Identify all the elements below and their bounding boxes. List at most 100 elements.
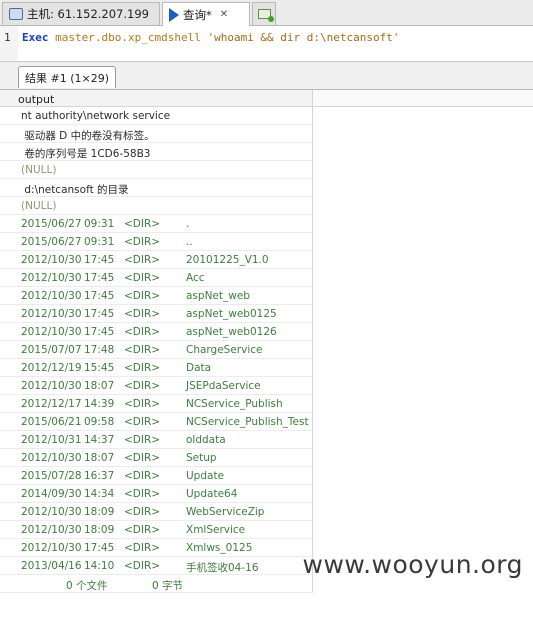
sql-code-line[interactable]: Exec master.dbo.xp_cmdshell 'whoami && d…: [22, 31, 400, 44]
table-row[interactable]: 2015/07/07 17:48 <DIR> ChargeService: [0, 341, 313, 359]
entry-date: 2012/10/30: [21, 308, 82, 320]
sql-editor[interactable]: 1 Exec master.dbo.xp_cmdshell 'whoami &&…: [0, 26, 533, 62]
sql-object: master.dbo.xp_cmdshell: [55, 31, 201, 44]
entry-name: WebServiceZip: [186, 506, 265, 518]
entry-time: 17:45: [84, 542, 115, 554]
new-query-icon: [257, 9, 274, 22]
entry-type: <DIR>: [124, 434, 161, 446]
table-row[interactable]: 2015/07/28 16:37 <DIR> Update: [0, 467, 313, 485]
table-row-summary[interactable]: 0 个文件 0 字节: [0, 575, 313, 593]
entry-name: Xmlws_0125: [186, 542, 253, 554]
entry-name: aspNet_web0125: [186, 308, 277, 320]
table-row[interactable]: 卷的序列号是 1CD6-58B3: [0, 143, 313, 161]
file-count: 0 个文件: [66, 580, 108, 592]
table-row[interactable]: (NULL): [0, 161, 313, 179]
close-icon[interactable]: ✕: [220, 9, 228, 20]
entry-type: <DIR>: [124, 470, 161, 482]
table-row[interactable]: 2012/10/30 18:07 <DIR> Setup: [0, 449, 313, 467]
table-row[interactable]: 2012/10/30 17:45 <DIR> aspNet_web0126: [0, 323, 313, 341]
entry-date: 2012/10/30: [21, 452, 82, 464]
table-row[interactable]: 2012/10/30 17:45 <DIR> aspNet_web: [0, 287, 313, 305]
table-row[interactable]: (NULL): [0, 197, 313, 215]
table-row[interactable]: nt authority\network service: [0, 107, 313, 125]
entry-time: 14:37: [84, 434, 115, 446]
tab-query-label: 查询*: [183, 7, 212, 22]
entry-type: <DIR>: [124, 560, 161, 572]
entry-time: 17:48: [84, 344, 115, 356]
entry-time: 18:07: [84, 380, 115, 392]
table-row[interactable]: 2012/10/30 18:07 <DIR> JSEPdaService: [0, 377, 313, 395]
entry-name: 20101225_V1.0: [186, 254, 269, 266]
table-row[interactable]: 2014/09/30 14:34 <DIR> Update64: [0, 485, 313, 503]
table-row[interactable]: 2012/10/30 17:45 <DIR> Xmlws_0125: [0, 539, 313, 557]
entry-date: 2012/10/30: [21, 272, 82, 284]
entry-type: <DIR>: [124, 380, 161, 392]
entry-date: 2012/12/19: [21, 362, 82, 374]
entry-type: <DIR>: [124, 218, 161, 230]
table-row[interactable]: 2015/06/21 09:58 <DIR> NCService_Publish_Te…: [0, 413, 313, 431]
entry-time: 17:45: [84, 254, 115, 266]
table-row[interactable]: 2012/10/30 18:09 <DIR> XmlService: [0, 521, 313, 539]
column-header-output[interactable]: output: [0, 90, 313, 107]
entry-time: 15:45: [84, 362, 115, 374]
entry-name: aspNet_web0126: [186, 326, 277, 338]
table-row[interactable]: 2015/06/27 09:31 <DIR>.: [0, 215, 313, 233]
tab-result-1[interactable]: 结果 #1 (1×29): [18, 66, 117, 88]
table-row[interactable]: 2012/10/30 18:09 <DIR> WebServiceZip: [0, 503, 313, 521]
output-cell: d:\netcansoft 的目录: [21, 184, 129, 196]
table-row[interactable]: 2012/10/30 17:45 <DIR> 20101225_V1.0: [0, 251, 313, 269]
entry-name: NCService_Publish: [186, 398, 283, 410]
entry-date: 2012/10/30: [21, 290, 82, 302]
tab-query[interactable]: 查询* ✕: [162, 2, 250, 26]
entry-name: ChargeService: [186, 344, 263, 356]
entry-time: 18:07: [84, 452, 115, 464]
null-cell: (NULL): [21, 200, 57, 212]
tab-host-label: 主机: 61.152.207.199: [27, 7, 149, 21]
entry-type: <DIR>: [124, 524, 161, 536]
entry-date: 2015/06/27: [21, 236, 82, 248]
entry-type: <DIR>: [124, 344, 161, 356]
entry-type: <DIR>: [124, 398, 161, 410]
entry-name: .: [186, 218, 190, 230]
entry-time: 14:10: [84, 560, 115, 572]
table-row[interactable]: 2012/10/30 17:45 <DIR> Acc: [0, 269, 313, 287]
table-row[interactable]: 2013/04/16 14:10 <DIR> 手机签收04-16: [0, 557, 313, 575]
tab-bar: 主机: 61.152.207.199 查询* ✕: [0, 0, 533, 26]
entry-time: 14:39: [84, 398, 115, 410]
new-tab-button[interactable]: [252, 2, 276, 25]
grid-rows: nt authority\network service 驱动器 D 中的卷没有…: [0, 107, 313, 593]
run-icon[interactable]: [169, 7, 179, 22]
entry-date: 2015/07/28: [21, 470, 82, 482]
tab-host[interactable]: 主机: 61.152.207.199: [2, 2, 160, 25]
entry-date: 2012/10/30: [21, 524, 82, 536]
output-cell: nt authority\network service: [21, 110, 171, 122]
entry-type: <DIR>: [124, 488, 161, 500]
entry-type: <DIR>: [124, 416, 161, 428]
entry-time: 14:34: [84, 488, 115, 500]
table-row[interactable]: 2012/10/30 17:45 <DIR> aspNet_web0125: [0, 305, 313, 323]
entry-time: 09:31: [84, 236, 115, 248]
null-cell: (NULL): [21, 164, 57, 176]
table-row[interactable]: 2012/10/31 14:37 <DIR> olddata: [0, 431, 313, 449]
entry-type: <DIR>: [124, 326, 161, 338]
entry-date: 2015/06/27: [21, 218, 82, 230]
entry-date: 2014/09/30: [21, 488, 82, 500]
entry-date: 2012/10/30: [21, 254, 82, 266]
entry-type: <DIR>: [124, 362, 161, 374]
watermark: www.wooyun.org: [303, 548, 533, 593]
sql-keyword: Exec: [22, 31, 49, 44]
table-row[interactable]: 2012/12/17 14:39 <DIR> NCService_Publish: [0, 395, 313, 413]
table-row[interactable]: d:\netcansoft 的目录: [0, 179, 313, 197]
table-row[interactable]: 2012/12/19 15:45 <DIR> Data: [0, 359, 313, 377]
table-row[interactable]: 驱动器 D 中的卷没有标签。: [0, 125, 313, 143]
entry-date: 2012/10/31: [21, 434, 82, 446]
table-row[interactable]: 2015/06/27 09:31 <DIR>..: [0, 233, 313, 251]
byte-count: 0 字节: [152, 580, 184, 592]
result-tab-label: 结果 #1 (1×29): [25, 71, 110, 85]
entry-date: 2012/12/17: [21, 398, 82, 410]
entry-name: JSEPdaService: [186, 380, 261, 392]
entry-time: 17:45: [84, 326, 115, 338]
entry-type: <DIR>: [124, 254, 161, 266]
entry-type: <DIR>: [124, 506, 161, 518]
entry-date: 2015/07/07: [21, 344, 82, 356]
